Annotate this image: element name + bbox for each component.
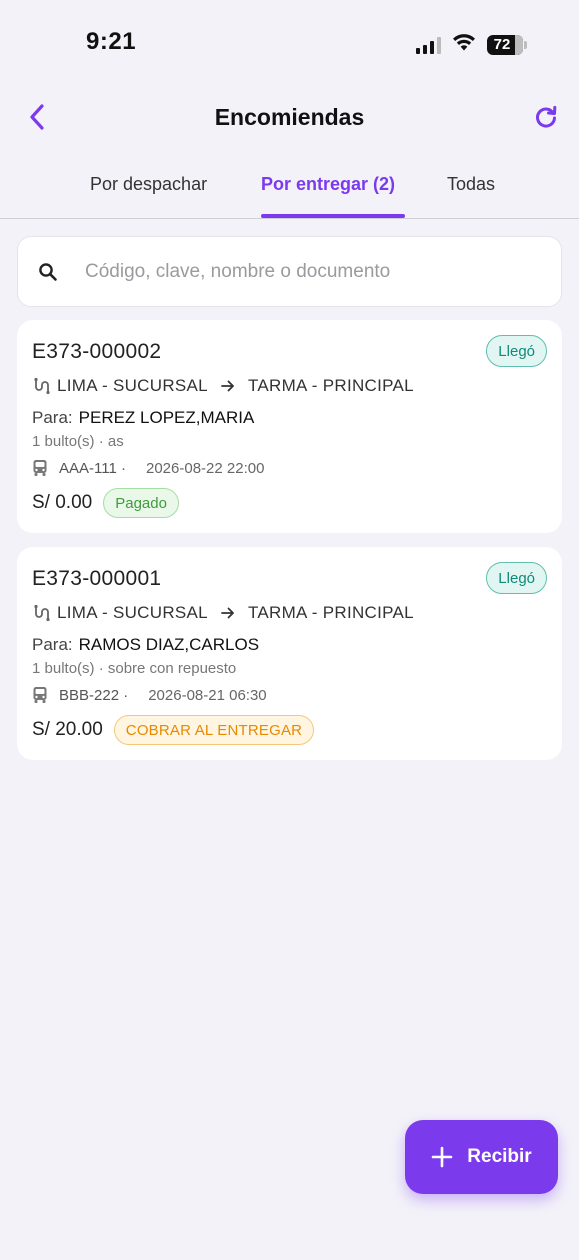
route-icon [32,377,50,395]
signal-icon [416,36,441,54]
route-icon [32,604,50,622]
bus-icon [32,686,50,704]
route-origin: LIMA - SUCURSAL [57,376,208,395]
status-badge: Llegó [486,335,547,367]
search-box [17,236,562,307]
package-info: 1 bulto(s) · as [32,433,124,450]
trip-datetime: 2026-08-21 06:30 [148,686,267,704]
recipient-label: Para: [32,635,73,654]
route-destination: TARMA - PRINCIPAL [247,376,414,395]
payment-badge: Pagado [103,488,179,518]
plus-icon [431,1146,453,1168]
route-origin: LIMA - SUCURSAL [57,603,208,622]
battery-icon: 72 [487,34,527,55]
route: LIMA - SUCURSAL TARMA - PRINCIPAL [32,603,414,623]
shipment-code: E373-000001 [32,567,162,590]
tab-todas[interactable]: Todas [447,174,495,219]
price: S/ 20.00 [32,719,103,740]
search-icon [38,262,58,282]
battery-level: 72 [493,36,511,53]
refresh-button[interactable] [531,104,561,134]
tab-por-entregar[interactable]: Por entregar (2) [261,174,395,219]
tab-por-despachar[interactable]: Por despachar [90,174,207,219]
bus-icon [32,459,50,477]
shipment-card[interactable]: E373-000001 Llegó LIMA - SUCURSAL TARMA … [17,547,562,760]
active-tab-indicator [261,214,405,218]
status-icons: 72 [416,32,527,57]
price: S/ 0.00 [32,492,93,513]
recipient: Para: RAMOS DIAZ,CARLOS [32,635,259,655]
search-input[interactable] [85,260,525,283]
status-badge: Llegó [486,562,547,594]
package-info: 1 bulto(s) · sobre con repuesto [32,660,237,677]
recipient-name: RAMOS DIAZ,CARLOS [78,635,260,654]
status-bar: 9:21 72 [0,0,579,86]
recipient: Para: PEREZ LOPEZ,MARIA [32,408,254,428]
trip-info: AAA-111 · 2026-08-22 22:00 [32,459,264,477]
receive-button[interactable]: Recibir [405,1120,558,1194]
recipient-label: Para: [32,408,73,427]
price-row: S/ 20.00 COBRAR AL ENTREGAR [32,715,315,745]
shipment-code: E373-000002 [32,340,162,363]
status-time: 9:21 [86,28,137,55]
receive-button-label: Recibir [467,1146,532,1167]
price-row: S/ 0.00 Pagado [32,488,179,518]
trip-info: BBB-222 · 2026-08-21 06:30 [32,686,267,704]
page-title: Encomiendas [214,104,365,130]
route: LIMA - SUCURSAL TARMA - PRINCIPAL [32,376,414,396]
vehicle-plate: BBB-222 · [59,686,129,704]
recipient-name: PEREZ LOPEZ,MARIA [78,408,255,427]
arrow-right-icon [220,378,236,394]
vehicle-plate: AAA-111 · [59,459,126,477]
tab-bar: Por despachar Por entregar (2) Todas [0,160,579,219]
arrow-right-icon [220,605,236,621]
trip-datetime: 2026-08-22 22:00 [145,459,265,477]
wifi-icon [451,32,477,57]
app-header: Encomiendas [0,96,579,142]
payment-badge: COBRAR AL ENTREGAR [113,715,315,745]
refresh-icon [533,104,559,135]
shipment-card[interactable]: E373-000002 Llegó LIMA - SUCURSAL TARMA … [17,320,562,533]
route-destination: TARMA - PRINCIPAL [247,603,414,622]
